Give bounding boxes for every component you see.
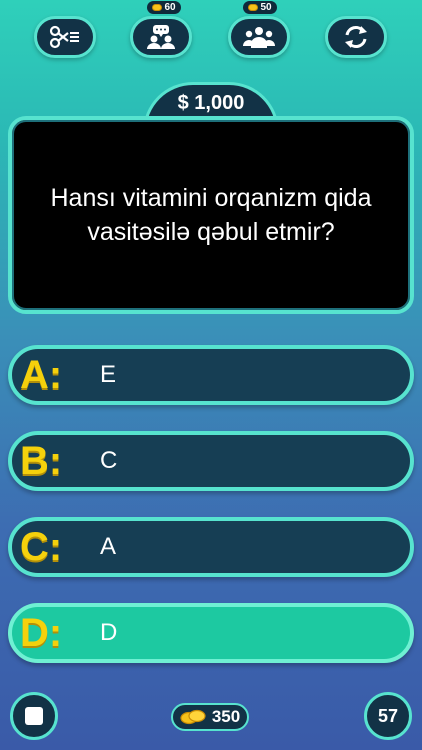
answer-letter: B: xyxy=(20,438,63,483)
answer-d-button[interactable]: D: D xyxy=(8,603,414,663)
answer-c-button[interactable]: C: A xyxy=(8,517,414,577)
fifty-fifty-button[interactable] xyxy=(34,16,96,58)
answer-a-button[interactable]: A: E xyxy=(8,345,414,405)
coins-icon xyxy=(180,709,206,725)
refresh-icon xyxy=(345,26,367,48)
answer-b-button[interactable]: B: C xyxy=(8,431,414,491)
answer-text: C xyxy=(100,447,118,474)
audience-icon xyxy=(243,27,275,48)
coin-count: 350 xyxy=(211,707,241,726)
ask-audience-button[interactable] xyxy=(228,16,290,58)
ask-friend-cost-badge: 60 xyxy=(147,1,181,14)
question-box: Hansı vitamini orqanizm qida vasitəsilə … xyxy=(8,116,414,314)
ask-friend-button[interactable] xyxy=(130,16,192,58)
answer-letter: A: xyxy=(20,352,63,397)
answer-text: D xyxy=(100,619,118,646)
answer-letter: D: xyxy=(20,610,63,655)
stop-button[interactable] xyxy=(10,692,58,740)
ask-audience-cost-badge: 50 xyxy=(243,1,277,14)
chat-people-icon xyxy=(147,25,175,49)
scissors-icon xyxy=(49,25,79,49)
timer-value: 57 xyxy=(377,705,399,726)
stop-icon xyxy=(25,707,43,725)
coin-balance: 350 xyxy=(171,703,249,731)
coin-icon xyxy=(248,4,259,11)
ask-friend-cost: 60 xyxy=(164,2,176,13)
coin-icon xyxy=(152,4,163,11)
question-text: Hansı vitamini orqanizm qida vasitəsilə … xyxy=(50,184,372,246)
ask-audience-cost: 50 xyxy=(260,2,272,13)
answer-text: E xyxy=(100,361,117,388)
switch-question-button[interactable] xyxy=(325,16,387,58)
timer-badge: 57 xyxy=(364,692,412,740)
answer-letter: C: xyxy=(20,524,63,569)
answer-text: A xyxy=(100,533,117,560)
